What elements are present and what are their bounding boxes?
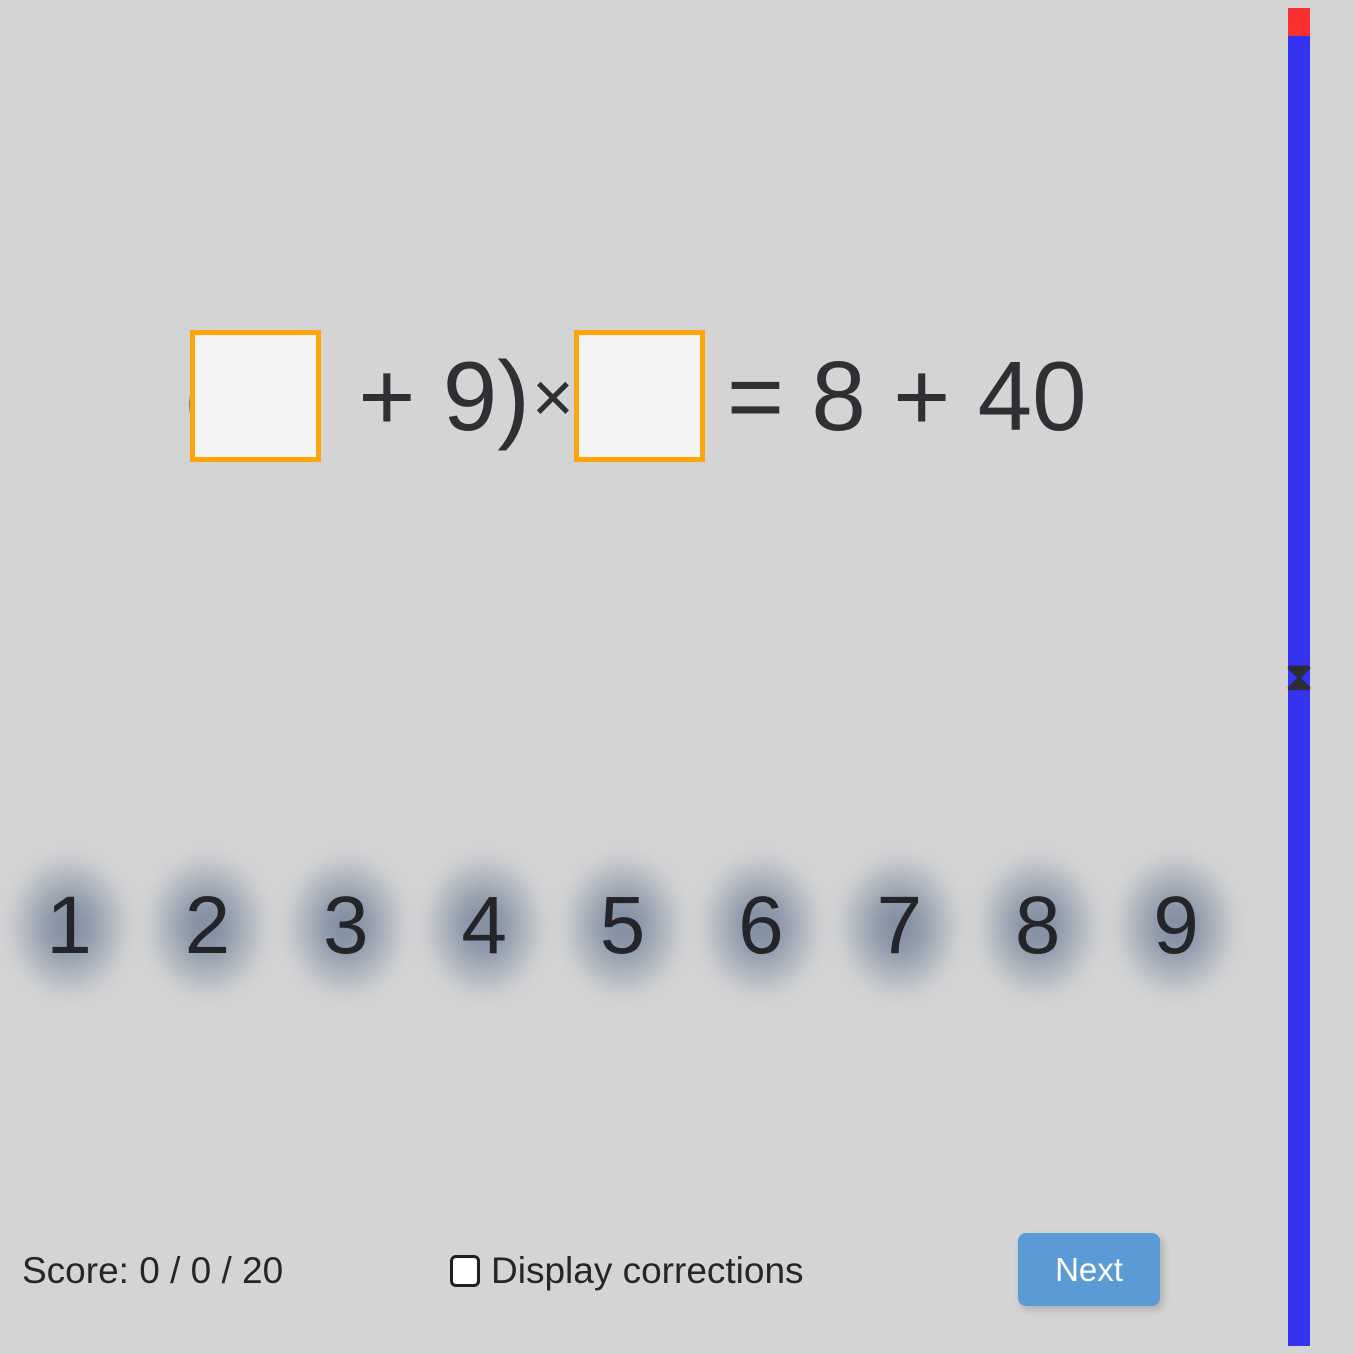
number-key-3[interactable]: 3 <box>285 852 407 1000</box>
number-key-1[interactable]: 1 <box>8 852 130 1000</box>
number-key-label: 9 <box>1153 880 1199 971</box>
timer-elapsed-segment <box>1288 8 1310 36</box>
number-key-label: 1 <box>46 880 92 971</box>
display-corrections-label: Display corrections <box>491 1250 804 1291</box>
number-key-label: 5 <box>599 880 646 971</box>
number-key-6[interactable]: 6 <box>700 852 822 1000</box>
next-button[interactable]: Next <box>1018 1233 1160 1306</box>
score-display: Score: 0 / 0 / 20 <box>22 1250 284 1291</box>
equation-multiply-sign: × <box>531 358 574 438</box>
number-key-5[interactable]: 5 <box>562 852 684 1000</box>
number-key-2[interactable]: 2 <box>146 852 268 1000</box>
number-key-label: 8 <box>1014 880 1061 971</box>
number-key-7[interactable]: 7 <box>838 852 960 1000</box>
number-key-label: 3 <box>322 880 369 971</box>
number-key-label: 6 <box>738 880 784 971</box>
number-pad: 1 2 3 4 5 6 7 8 9 <box>0 852 1245 1000</box>
answer-blank-2[interactable] <box>573 330 705 462</box>
number-key-label: 7 <box>876 880 923 971</box>
timer-progress-bar[interactable]: ⧗ <box>1284 8 1314 1346</box>
display-corrections-control[interactable]: Display corrections <box>450 1248 804 1294</box>
hourglass-icon: ⧗ <box>1284 655 1314 699</box>
equation-right-side: = 8 + 40 <box>726 341 1087 451</box>
number-key-9[interactable]: 9 <box>1115 852 1237 1000</box>
equation-area: ( + 9) × = 8 + 40 <box>0 296 1270 496</box>
number-key-8[interactable]: 8 <box>977 852 1099 1000</box>
equation-operator-plus-nine: + 9) <box>331 341 530 451</box>
answer-blank-1[interactable] <box>190 330 322 462</box>
number-key-4[interactable]: 4 <box>423 852 545 1000</box>
number-key-label: 4 <box>461 880 507 971</box>
display-corrections-checkbox[interactable] <box>450 1255 480 1287</box>
equation-row: ( + 9) × = 8 + 40 <box>183 326 1087 466</box>
number-key-label: 2 <box>184 880 231 971</box>
